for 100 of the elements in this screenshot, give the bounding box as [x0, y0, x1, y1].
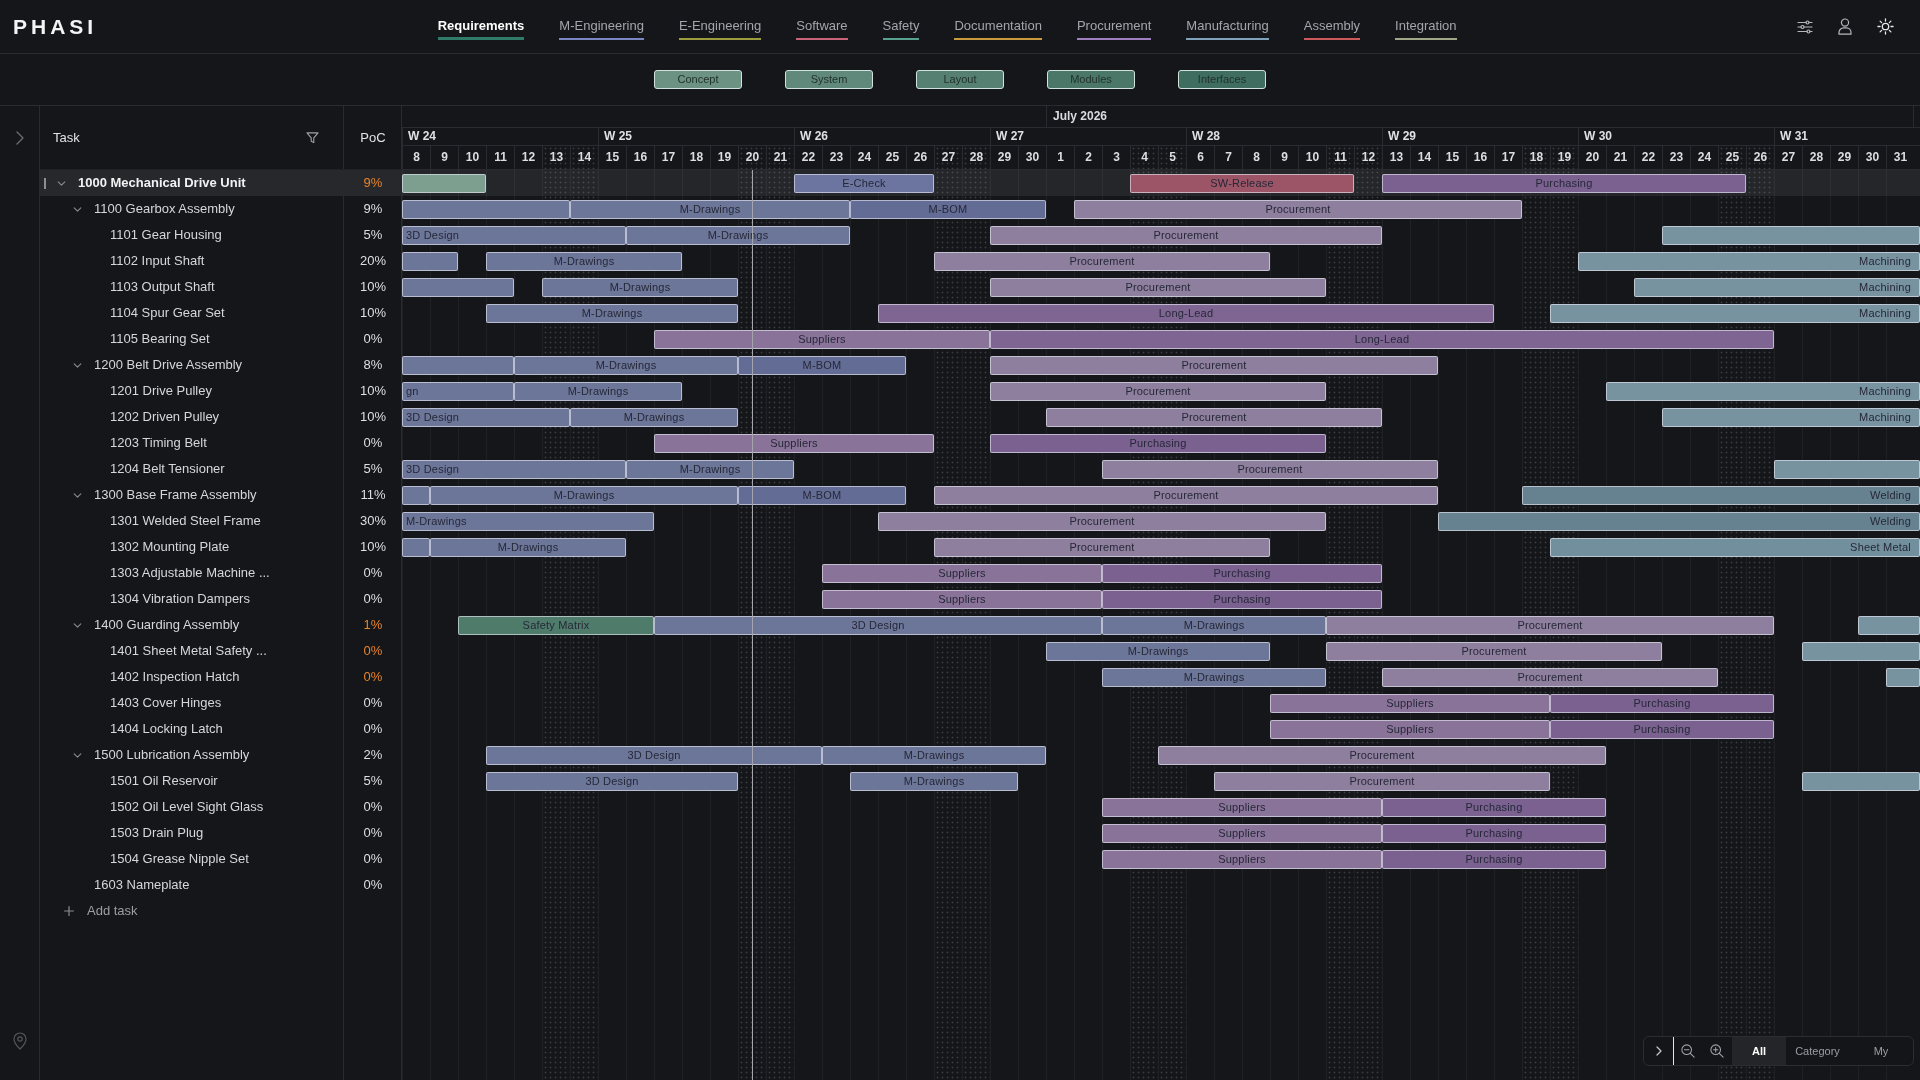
task-bar[interactable]: Purchasing	[1382, 824, 1606, 843]
task-row[interactable]: 1201 Drive Pulley 10%	[40, 378, 402, 404]
task-bar[interactable]	[402, 200, 570, 219]
task-bar[interactable]	[1802, 772, 1920, 791]
task-bar[interactable]: M-Drawings	[822, 746, 1046, 765]
drag-handle-icon[interactable]	[44, 177, 46, 189]
nav-tab[interactable]: Integration	[1395, 17, 1457, 40]
view-filter-tab[interactable]: All	[1732, 1037, 1786, 1065]
task-bar[interactable]: Procurement	[990, 278, 1326, 297]
task-bar[interactable]: Machining	[1550, 304, 1920, 323]
task-bar[interactable]	[402, 538, 430, 557]
task-bar[interactable]	[1858, 616, 1920, 635]
task-bar[interactable]: M-Drawings	[1102, 668, 1326, 687]
nav-tab[interactable]: M-Engineering	[559, 17, 644, 40]
task-bar[interactable]: M-BOM	[850, 200, 1046, 219]
task-bar[interactable]: Sheet Metal	[1550, 538, 1920, 557]
task-row[interactable]: 1000 Mechanical Drive Unit 9%	[40, 170, 402, 196]
chevron-down-icon[interactable]	[72, 752, 82, 758]
nav-tab[interactable]: E-Engineering	[678, 17, 762, 40]
task-bar[interactable]: M-Drawings	[486, 252, 682, 271]
chevron-down-icon[interactable]	[56, 180, 66, 186]
chevron-down-icon[interactable]	[72, 492, 82, 498]
task-bar[interactable]: M-Drawings	[542, 278, 738, 297]
zoom-out-icon[interactable]	[1681, 1044, 1695, 1058]
task-bar[interactable]: Purchasing	[1382, 174, 1746, 193]
task-bar[interactable]: M-Drawings	[570, 200, 850, 219]
task-bar[interactable]: 3D Design	[402, 226, 626, 245]
task-bar[interactable]: Procurement	[934, 252, 1270, 271]
task-row[interactable]: 1501 Oil Reservoir 5%	[40, 768, 402, 794]
task-bar[interactable]: Suppliers	[1102, 850, 1382, 869]
phase-button[interactable]: Layout	[916, 70, 1004, 89]
task-bar[interactable]: SW-Release	[1130, 174, 1354, 193]
nav-tab[interactable]: Procurement	[1076, 17, 1152, 40]
filter-icon[interactable]	[306, 131, 319, 144]
nav-tab[interactable]: Software	[796, 17, 848, 40]
task-bar[interactable]: Purchasing	[1550, 694, 1774, 713]
task-row[interactable]: 1105 Bearing Set 0%	[40, 326, 402, 352]
task-bar[interactable]	[402, 356, 514, 375]
task-row[interactable]: 1104 Spur Gear Set 10%	[40, 300, 402, 326]
nav-tab[interactable]: Manufacturing	[1186, 17, 1269, 40]
task-row[interactable]: 1500 Lubrication Assembly 2%	[40, 742, 402, 768]
task-bar[interactable]: M-Drawings	[430, 486, 738, 505]
task-bar[interactable]: Procurement	[1382, 668, 1718, 687]
task-row[interactable]: 1304 Vibration Dampers 0%	[40, 586, 402, 612]
task-row[interactable]: 1401 Sheet Metal Safety ... 0%	[40, 638, 402, 664]
chevron-down-icon[interactable]	[72, 362, 82, 368]
zoom-in-icon[interactable]	[1710, 1044, 1724, 1058]
task-bar[interactable]: M-Drawings	[850, 772, 1018, 791]
task-row[interactable]: 1400 Guarding Assembly 1%	[40, 612, 402, 638]
task-bar[interactable]: Suppliers	[654, 434, 934, 453]
task-bar[interactable]: 3D Design	[486, 772, 738, 791]
task-bar[interactable]: M-Drawings	[570, 408, 738, 427]
task-bar[interactable]: 3D Design	[402, 460, 626, 479]
task-bar[interactable]: Procurement	[990, 382, 1326, 401]
task-bar[interactable]: M-Drawings	[626, 226, 850, 245]
task-bar[interactable]: 3D Design	[654, 616, 1102, 635]
task-bar[interactable]: Welding	[1522, 486, 1920, 505]
phase-button[interactable]: Modules	[1047, 70, 1135, 89]
nav-tab[interactable]: Requirements	[437, 17, 525, 40]
task-row[interactable]: 1503 Drain Plug 0%	[40, 820, 402, 846]
task-bar[interactable]: M-Drawings	[1046, 642, 1270, 661]
task-bar[interactable]: Machining	[1634, 278, 1920, 297]
task-bar[interactable]: Suppliers	[822, 564, 1102, 583]
phase-button[interactable]: Concept	[654, 70, 742, 89]
task-bar[interactable]	[1802, 642, 1920, 661]
task-bar[interactable]: M-BOM	[738, 486, 906, 505]
task-row[interactable]: 1204 Belt Tensioner 5%	[40, 456, 402, 482]
task-bar[interactable]: Procurement	[1158, 746, 1606, 765]
task-bar[interactable]: Procurement	[990, 226, 1382, 245]
view-filter-tab[interactable]: Category	[1786, 1037, 1849, 1065]
chevron-down-icon[interactable]	[72, 622, 82, 628]
phase-button[interactable]: Interfaces	[1178, 70, 1266, 89]
task-bar[interactable]: Procurement	[934, 486, 1438, 505]
task-row[interactable]: 1101 Gear Housing 5%	[40, 222, 402, 248]
task-bar[interactable]: M-BOM	[738, 356, 906, 375]
task-bar[interactable]: Purchasing	[990, 434, 1326, 453]
task-bar[interactable]: 3D Design	[402, 408, 570, 427]
nav-tab[interactable]: Assembly	[1303, 17, 1361, 40]
task-bar[interactable]: M-Drawings	[402, 512, 654, 531]
user-icon[interactable]	[1838, 18, 1852, 35]
task-row[interactable]: 1200 Belt Drive Assembly 8%	[40, 352, 402, 378]
task-bar[interactable]	[402, 486, 430, 505]
task-bar[interactable]: Suppliers	[1102, 824, 1382, 843]
task-bar[interactable]: Procurement	[1326, 616, 1774, 635]
task-bar[interactable]: Machining	[1662, 408, 1920, 427]
task-bar[interactable]: Procurement	[1326, 642, 1662, 661]
task-row[interactable]: 1504 Grease Nipple Set 0%	[40, 846, 402, 872]
task-row[interactable]: 1301 Welded Steel Frame 30%	[40, 508, 402, 534]
task-bar[interactable]: Purchasing	[1550, 720, 1774, 739]
task-bar[interactable]: gn	[402, 382, 514, 401]
task-bar[interactable]: Purchasing	[1382, 850, 1606, 869]
task-row[interactable]: 1102 Input Shaft 20%	[40, 248, 402, 274]
phase-button[interactable]: System	[785, 70, 873, 89]
add-task-button[interactable]: Add task	[64, 898, 402, 924]
task-bar[interactable]: 3D Design	[486, 746, 822, 765]
task-bar[interactable]	[1774, 460, 1920, 479]
task-row[interactable]: 1502 Oil Level Sight Glass 0%	[40, 794, 402, 820]
task-row[interactable]: 1103 Output Shaft 10%	[40, 274, 402, 300]
task-bar[interactable]: M-Drawings	[430, 538, 626, 557]
task-bar[interactable]: Suppliers	[654, 330, 990, 349]
